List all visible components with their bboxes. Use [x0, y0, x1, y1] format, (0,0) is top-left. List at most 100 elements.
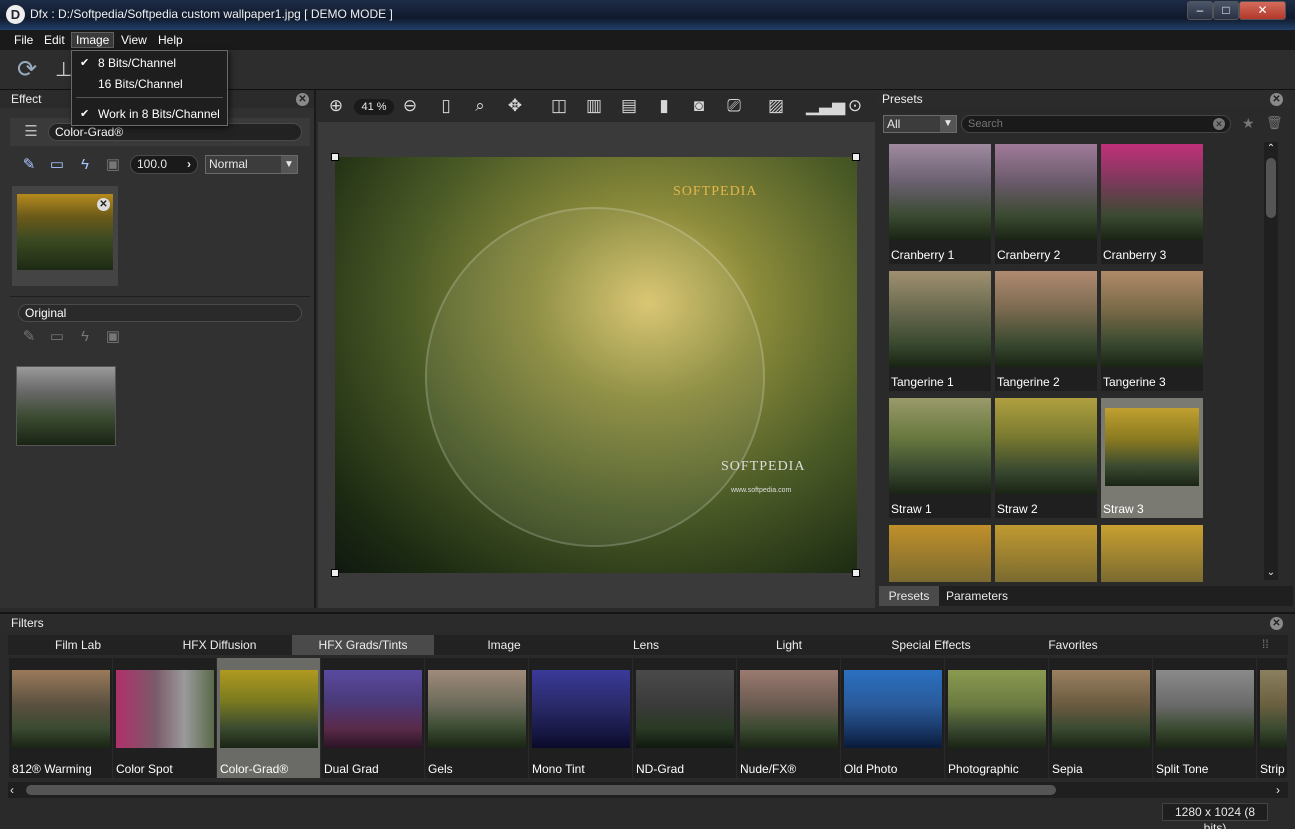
filter-item[interactable]: Strip	[1257, 658, 1287, 778]
filters-scrollbar[interactable]: ‹ ›	[8, 782, 1288, 798]
tab-image[interactable]: Image	[434, 635, 574, 655]
preset-tile[interactable]: Cranberry 3	[1101, 144, 1203, 264]
remove-effect-icon[interactable]: ✕	[97, 198, 110, 211]
filter-item[interactable]: Gels	[425, 658, 528, 778]
filter-item-selected[interactable]: Color-Grad®	[217, 658, 320, 778]
preset-tile[interactable]: Straw 1	[889, 398, 991, 518]
zoom-tool-icon[interactable]: ⊙	[841, 92, 869, 120]
resize-handle[interactable]	[852, 153, 860, 161]
tab-light[interactable]: Light	[718, 635, 860, 655]
scroll-thumb[interactable]	[26, 785, 1056, 795]
tab-special-effects[interactable]: Special Effects	[860, 635, 1002, 655]
chevron-left-icon[interactable]: ‹	[10, 782, 14, 798]
filter-label: ND-Grad	[636, 762, 685, 776]
filter-item[interactable]: 812® Warming	[9, 658, 112, 778]
tab-film-lab[interactable]: Film Lab	[8, 635, 148, 655]
tab-hfx-grads-tints[interactable]: HFX Grads/Tints	[292, 635, 434, 655]
menu-help[interactable]: Help	[154, 32, 187, 48]
preset-tile[interactable]: Tangerine 1	[889, 271, 991, 391]
filter-item[interactable]: Color Spot	[113, 658, 216, 778]
preset-filter-select[interactable]: All ▼	[883, 115, 957, 133]
effect-panel-title: Effect	[11, 92, 42, 106]
frame-icon[interactable]: ▣	[102, 154, 124, 176]
filter-item[interactable]: Nude/FX®	[737, 658, 840, 778]
filter-item[interactable]: Split Tone	[1153, 658, 1256, 778]
preset-tile[interactable]: Cranberry 2	[995, 144, 1097, 264]
scroll-thumb[interactable]	[1266, 158, 1276, 218]
resize-handle[interactable]	[852, 569, 860, 577]
chevron-right-icon[interactable]: ›	[187, 156, 191, 173]
resize-handle[interactable]	[331, 153, 339, 161]
tab-hfx-diffusion[interactable]: HFX Diffusion	[148, 635, 291, 655]
preset-thumbnail	[889, 525, 991, 582]
screenshot-icon[interactable]: ⎚	[720, 92, 748, 120]
filter-item[interactable]: Old Photo	[841, 658, 944, 778]
menu-file[interactable]: File	[10, 32, 37, 48]
menu-item-work-8bits[interactable]: ✔ Work in 8 Bits/Channel	[72, 104, 227, 124]
grid-view-icon[interactable]: ⁞⁞	[1262, 637, 1269, 651]
menu-item-16bits[interactable]: 16 Bits/Channel	[72, 74, 227, 94]
histogram-icon[interactable]: ▁▃▅	[806, 92, 845, 120]
blend-mode-select[interactable]: Normal ▼	[205, 155, 298, 174]
zoom-in-icon[interactable]: ⊕	[322, 92, 350, 120]
preset-tile[interactable]: Tangerine 3	[1101, 271, 1203, 391]
filter-item[interactable]: Sepia	[1049, 658, 1152, 778]
menu-view[interactable]: View	[117, 32, 151, 48]
chevron-up-icon[interactable]: ⌃	[1264, 142, 1278, 156]
single-view-icon[interactable]: ▮	[650, 92, 678, 120]
move-icon[interactable]: ✥	[501, 92, 529, 120]
filter-item[interactable]: Dual Grad	[321, 658, 424, 778]
maximize-button[interactable]: □	[1213, 1, 1239, 20]
zoom-out-icon[interactable]: ⊖	[396, 92, 424, 120]
filter-item[interactable]: Photographic	[945, 658, 1048, 778]
preset-tile[interactable]	[889, 525, 991, 582]
divider	[10, 296, 310, 297]
tab-parameters[interactable]: Parameters	[939, 586, 1015, 606]
layer-icon[interactable]: ☰	[20, 121, 42, 143]
tab-presets[interactable]: Presets	[879, 586, 939, 606]
refresh-icon[interactable]: ⟳	[12, 56, 42, 84]
preset-tile[interactable]: Cranberry 1	[889, 144, 991, 264]
canvas-image[interactable]: SOFTPEDIA SOFTPEDIA www.softpedia.com	[335, 157, 857, 573]
close-window-button[interactable]: ✕	[1239, 1, 1286, 20]
preset-tile-selected[interactable]: Straw 3	[1101, 398, 1203, 518]
original-thumbnail[interactable]	[16, 366, 116, 446]
lightning-icon[interactable]: ϟ	[74, 154, 96, 176]
menu-item-8bits[interactable]: ✔ 8 Bits/Channel	[72, 53, 227, 73]
effect-thumbnail-card[interactable]: ✕	[12, 186, 118, 286]
edit-mask-icon[interactable]: ✎	[18, 154, 40, 176]
resize-handle[interactable]	[331, 569, 339, 577]
minimize-button[interactable]: ‒	[1187, 1, 1213, 20]
opacity-field[interactable]: 100.0 ›	[130, 155, 198, 174]
split-view-icon[interactable]: ◫	[545, 92, 573, 120]
monitor-icon[interactable]: ▭	[46, 154, 68, 176]
menu-image[interactable]: Image	[71, 32, 115, 48]
close-presets-panel-icon[interactable]: ✕	[1270, 93, 1283, 106]
image-icon[interactable]: ▨	[762, 92, 790, 120]
split-horizontal-icon[interactable]: ▤	[615, 92, 643, 120]
close-filters-panel-icon[interactable]: ✕	[1270, 617, 1283, 630]
tab-favorites[interactable]: Favorites	[1002, 635, 1144, 655]
menu-edit[interactable]: Edit	[40, 32, 69, 48]
clear-search-icon[interactable]: ✕	[1213, 118, 1225, 130]
preset-tile[interactable]: Straw 2	[995, 398, 1097, 518]
preset-label: Cranberry 2	[997, 248, 1061, 262]
camera-icon[interactable]: ◙	[685, 92, 713, 120]
chevron-down-icon[interactable]: ⌄	[1264, 566, 1278, 580]
filter-item[interactable]: ND-Grad	[633, 658, 736, 778]
star-icon[interactable]: ★	[1242, 115, 1255, 132]
close-effect-panel-icon[interactable]: ✕	[296, 93, 309, 106]
filter-item[interactable]: Mono Tint	[529, 658, 632, 778]
tab-lens[interactable]: Lens	[574, 635, 718, 655]
preset-tile[interactable]: Tangerine 2	[995, 271, 1097, 391]
preset-search-field[interactable]: ✕	[961, 115, 1231, 133]
preset-tile[interactable]	[1101, 525, 1203, 582]
preset-search-input[interactable]	[968, 117, 1208, 131]
preset-tile[interactable]	[995, 525, 1097, 582]
presets-scrollbar[interactable]: ⌃ ⌄	[1264, 142, 1278, 580]
side-by-side-icon[interactable]: ▥	[580, 92, 608, 120]
fit-page-icon[interactable]: ▯	[432, 92, 460, 120]
chevron-right-icon[interactable]: ›	[1276, 782, 1280, 798]
trash-icon[interactable]: 🗑	[1266, 115, 1283, 131]
magnifier-icon[interactable]: ⌕	[466, 92, 494, 120]
